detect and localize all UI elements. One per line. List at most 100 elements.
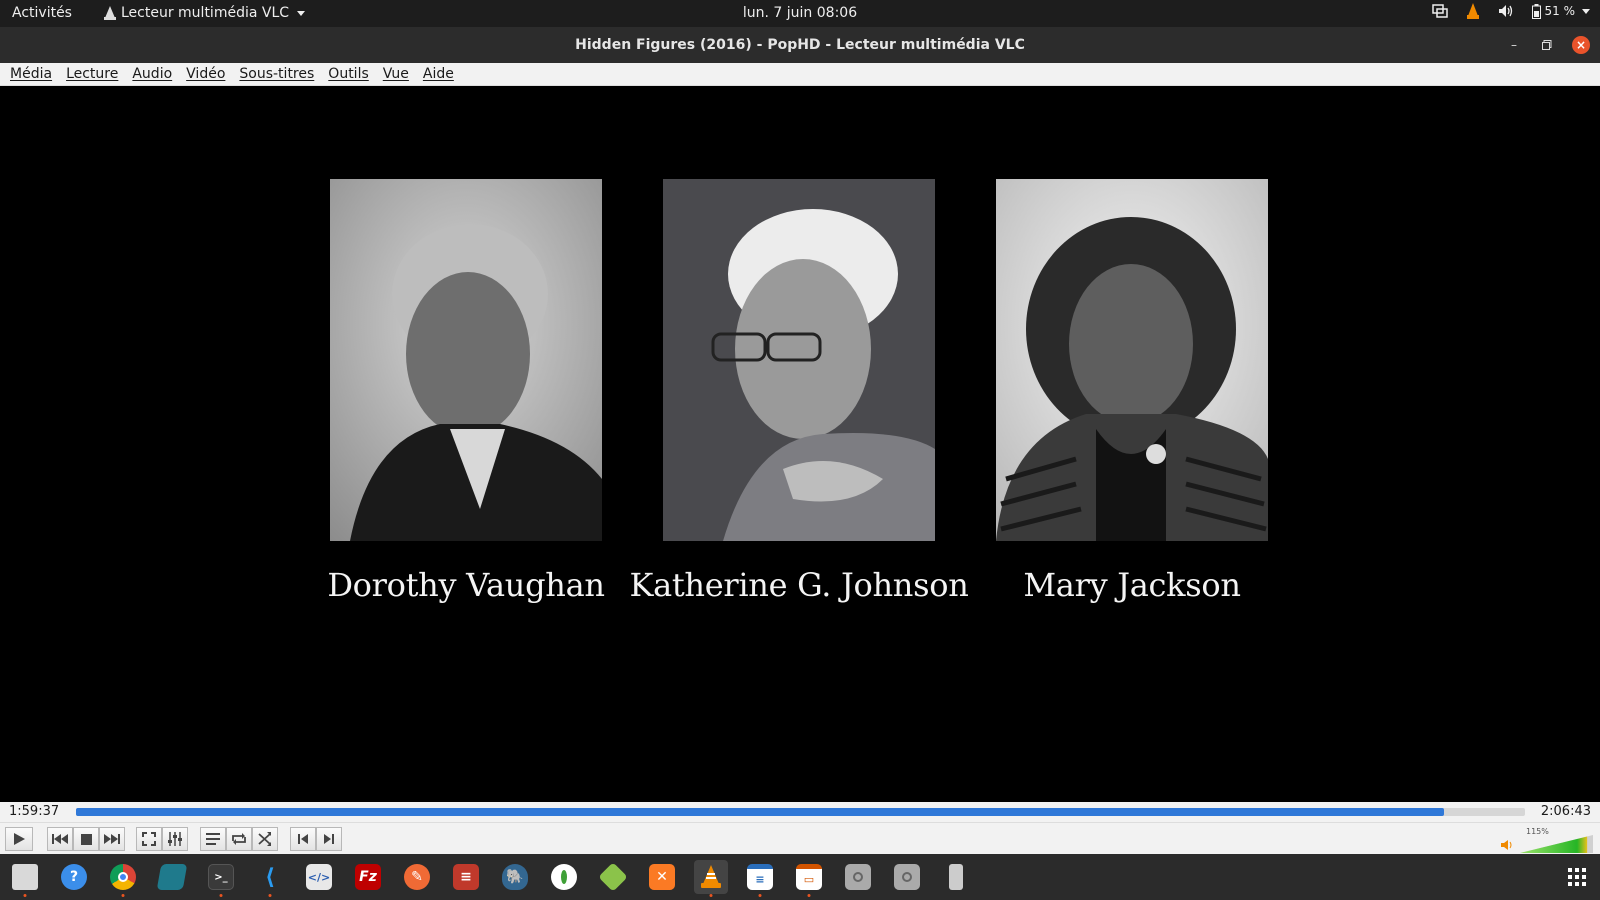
previous-chapter-button[interactable] xyxy=(290,827,316,851)
writer-icon: ≡ xyxy=(747,864,773,890)
total-time[interactable]: 2:06:43 xyxy=(1541,804,1591,819)
chrome-icon xyxy=(110,864,136,890)
battery-percent: 51 % xyxy=(1544,4,1576,18)
screen-share-icon[interactable] xyxy=(1431,4,1448,18)
menu-tools[interactable]: Outils xyxy=(321,66,375,82)
dock-terminal[interactable]: >_ xyxy=(204,860,238,897)
dock-vlc[interactable] xyxy=(694,860,728,897)
window-title: Hidden Figures (2016) - PopHD - Lecteur … xyxy=(575,37,1025,53)
dock-mongodb[interactable] xyxy=(547,860,581,894)
volume-control[interactable]: 115% xyxy=(1500,827,1595,853)
loop-button[interactable] xyxy=(226,827,252,851)
dock-postman[interactable]: ✎ xyxy=(400,860,434,894)
dock-code-editor[interactable]: </> xyxy=(302,860,336,894)
stop-button[interactable] xyxy=(73,827,99,851)
person-name-1: Dorothy Vaughan xyxy=(327,566,605,604)
3d-box-icon xyxy=(598,862,628,892)
xampp-icon: ✕ xyxy=(649,864,675,890)
dock-anydesk[interactable] xyxy=(155,860,189,894)
close-button[interactable]: × xyxy=(1572,36,1590,54)
ubuntu-dock: ? >_ ⟨ </> Fz ✎ ≡ 🐘 ✕ ≡ ▭ xyxy=(0,854,1600,900)
next-button[interactable] xyxy=(99,827,125,851)
system-tray[interactable]: 51 % xyxy=(1431,3,1590,19)
portrait-katherine-johnson xyxy=(663,179,935,541)
video-display[interactable]: Dorothy Vaughan Katherine G. Johnson Mar… xyxy=(0,86,1600,802)
person-name-2: Katherine G. Johnson xyxy=(629,566,969,604)
person-name-3: Mary Jackson xyxy=(1023,566,1241,604)
volume-icon[interactable] xyxy=(1498,4,1514,18)
play-icon xyxy=(14,833,25,845)
next-chapter-button[interactable] xyxy=(316,827,342,851)
mongodb-icon xyxy=(551,864,577,890)
dock-3d-box[interactable] xyxy=(596,860,630,894)
equalizer-icon xyxy=(168,832,182,846)
extended-settings-button[interactable] xyxy=(162,827,188,851)
play-button[interactable] xyxy=(5,827,33,851)
help-icon: ? xyxy=(61,864,87,890)
previous-frame-icon xyxy=(298,834,308,844)
dock-disk[interactable] xyxy=(841,860,875,894)
vlc-icon xyxy=(104,6,116,20)
chevron-down-icon xyxy=(297,10,306,16)
shuffle-button[interactable] xyxy=(252,827,278,851)
timeline-bar: 1:59:37 2:06:43 xyxy=(0,802,1600,822)
terminal-icon: >_ xyxy=(208,864,234,890)
dock-disk2[interactable] xyxy=(890,860,924,894)
menu-view[interactable]: Vue xyxy=(376,66,416,82)
minimize-button[interactable]: – xyxy=(1505,36,1523,54)
menu-lecture[interactable]: Lecture xyxy=(59,66,125,82)
dock-chrome[interactable] xyxy=(106,860,140,897)
dock-writer[interactable]: ≡ xyxy=(743,860,777,897)
playlist-button[interactable] xyxy=(200,827,226,851)
elapsed-time: 1:59:37 xyxy=(9,804,60,819)
dock-filezilla[interactable]: Fz xyxy=(351,860,385,894)
dock-vscode[interactable]: ⟨ xyxy=(253,860,287,897)
seek-slider[interactable] xyxy=(76,808,1525,816)
playback-controls: 115% xyxy=(0,822,1600,854)
dock-impress[interactable]: ▭ xyxy=(792,860,826,897)
system-top-bar: Activités Lecteur multimédia VLC lun. 7 … xyxy=(0,0,1600,27)
app-menu[interactable]: Lecteur multimédia VLC xyxy=(104,5,306,21)
speaker-icon xyxy=(1501,840,1512,850)
fullscreen-button[interactable] xyxy=(136,827,162,851)
dock-xampp[interactable]: ✕ xyxy=(645,860,679,894)
dock-usb[interactable] xyxy=(939,860,973,894)
vlc-tray-icon[interactable] xyxy=(1466,3,1480,19)
volume-slider[interactable] xyxy=(1520,835,1593,853)
restore-icon xyxy=(1542,40,1552,50)
menu-help[interactable]: Aide xyxy=(416,66,461,82)
stop-icon xyxy=(80,833,92,845)
seek-progress xyxy=(76,808,1444,816)
postman-icon: ✎ xyxy=(404,864,430,890)
postgres-icon: 🐘 xyxy=(502,864,528,890)
show-applications-icon[interactable] xyxy=(1568,868,1586,886)
menu-video[interactable]: Vidéo xyxy=(179,66,232,82)
repeat-icon xyxy=(232,833,246,845)
disk-icon xyxy=(845,864,871,890)
activities-button[interactable]: Activités xyxy=(12,5,72,21)
maximize-button[interactable] xyxy=(1538,36,1556,54)
menu-audio[interactable]: Audio xyxy=(125,66,179,82)
anydesk-icon xyxy=(156,864,188,890)
dock-files[interactable] xyxy=(8,860,42,897)
menu-subtitles[interactable]: Sous-titres xyxy=(232,66,321,82)
menu-media[interactable]: Média xyxy=(10,66,59,82)
clock[interactable]: lun. 7 juin 08:06 xyxy=(743,5,857,21)
playlist-icon xyxy=(206,833,220,845)
previous-button[interactable] xyxy=(47,827,73,851)
archive-icon: ≡ xyxy=(453,864,479,890)
window-title-bar[interactable]: Hidden Figures (2016) - PopHD - Lecteur … xyxy=(0,27,1600,63)
skip-back-icon xyxy=(52,834,68,844)
disk2-icon xyxy=(894,864,920,890)
usb-icon xyxy=(949,864,963,890)
dock-help[interactable]: ? xyxy=(57,860,91,894)
chevron-down-icon xyxy=(1582,8,1590,14)
fullscreen-icon xyxy=(142,832,156,846)
portrait-mary-jackson xyxy=(996,179,1268,541)
shuffle-icon xyxy=(258,832,271,846)
filezilla-icon: Fz xyxy=(355,864,381,890)
dock-postgres[interactable]: 🐘 xyxy=(498,860,532,894)
dock-archive[interactable]: ≡ xyxy=(449,860,483,894)
portrait-dorothy-vaughan xyxy=(330,179,602,541)
code-editor-icon: </> xyxy=(306,864,332,890)
